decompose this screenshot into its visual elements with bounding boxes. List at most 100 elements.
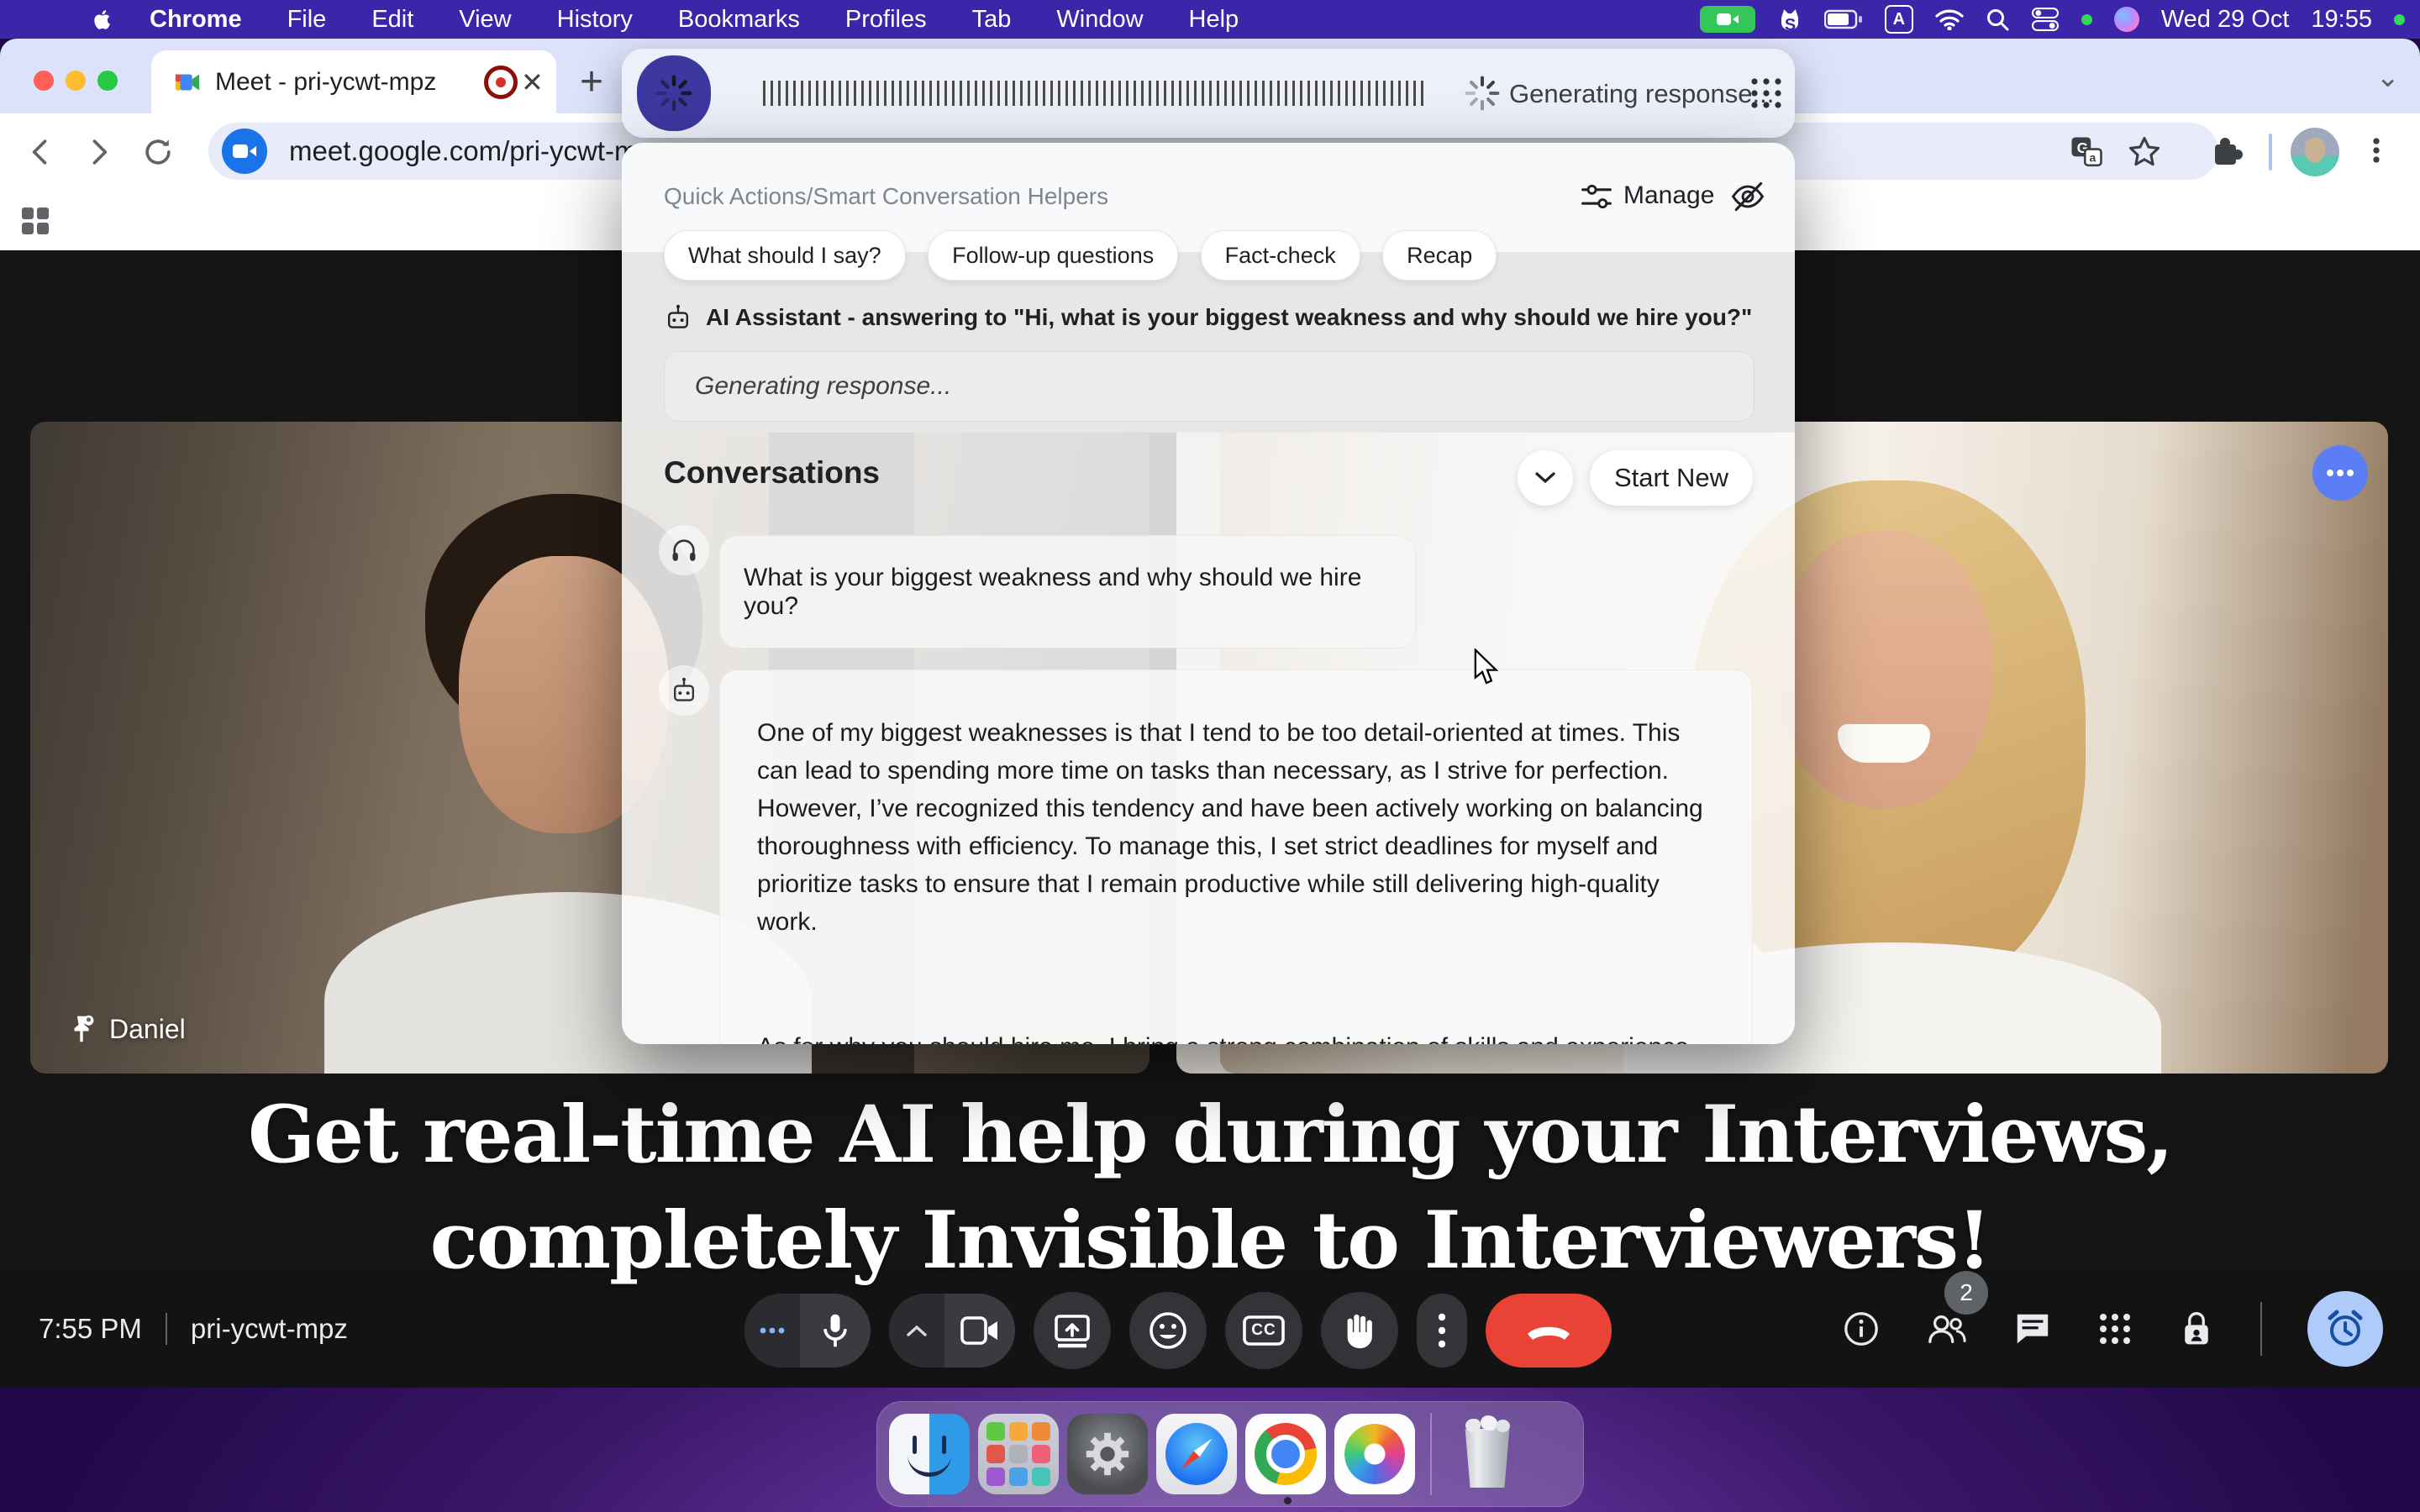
window-zoom-button[interactable] xyxy=(97,71,118,91)
chip-fact-check[interactable]: Fact-check xyxy=(1201,230,1360,281)
profile-avatar[interactable] xyxy=(2291,128,2339,176)
menu-item-profiles[interactable]: Profiles xyxy=(823,6,950,34)
meet-control-bar: 7:55 PM pri-ycwt-mpz xyxy=(0,1270,2420,1388)
person-smile xyxy=(1838,724,1930,763)
robot-icon xyxy=(664,302,692,333)
menu-item-view[interactable]: View xyxy=(436,6,534,34)
forward-button[interactable] xyxy=(81,134,118,171)
headline-line1: Get real-time AI help during your Interv… xyxy=(0,1082,2420,1188)
dock-launchpad-icon[interactable] xyxy=(978,1414,1059,1494)
meet-camera-chip-icon[interactable] xyxy=(222,129,267,174)
manage-button[interactable]: Manage xyxy=(1623,181,1714,210)
participant-name-label: Daniel xyxy=(67,1013,186,1045)
manage-sliders-icon[interactable] xyxy=(1580,180,1613,213)
captions-button[interactable]: CC xyxy=(1225,1292,1302,1369)
question-text: What is your biggest weakness and why sh… xyxy=(744,564,1415,621)
tab-close-icon[interactable]: ✕ xyxy=(521,66,544,98)
raise-hand-button[interactable] xyxy=(1321,1292,1398,1369)
input-source-icon[interactable]: A xyxy=(1885,5,1913,34)
righticons-divider xyxy=(2260,1302,2262,1356)
wifi-icon[interactable] xyxy=(1935,8,1964,30)
menu-item-edit[interactable]: Edit xyxy=(349,6,436,34)
tab-recording-indicator-icon xyxy=(484,66,518,99)
menu-item-window[interactable]: Window xyxy=(1034,6,1165,34)
translate-icon[interactable]: Ga xyxy=(2069,134,2104,170)
conversations-chevron-button[interactable] xyxy=(1518,450,1573,506)
timer-clock-button[interactable] xyxy=(2307,1291,2383,1367)
siri-icon[interactable] xyxy=(2114,7,2139,32)
svg-text:a: a xyxy=(2090,150,2096,164)
host-controls-lock-icon[interactable] xyxy=(2178,1309,2215,1349)
browser-tab[interactable]: Meet - pri-ycwt-mpz ✕ xyxy=(151,50,556,113)
dock-photos-icon[interactable] xyxy=(1334,1414,1415,1494)
mic-button-group[interactable] xyxy=(744,1294,871,1368)
screen-share-green-dot xyxy=(2081,14,2092,25)
dock-divider xyxy=(1430,1413,1432,1495)
window-minimize-button[interactable] xyxy=(66,71,86,91)
tab-groups-grid-icon[interactable] xyxy=(20,206,50,236)
camera-chevron-up-icon[interactable] xyxy=(889,1294,944,1368)
camera-icon[interactable] xyxy=(944,1294,1015,1368)
camera-active-indicator-icon[interactable] xyxy=(1700,6,1755,33)
menu-item-help[interactable]: Help xyxy=(1166,6,1262,34)
spotlight-search-icon[interactable] xyxy=(1986,8,2009,31)
tile-options-button[interactable] xyxy=(2312,445,2368,501)
activities-grid-icon[interactable] xyxy=(2097,1311,2133,1347)
dock-finder-icon[interactable] xyxy=(889,1414,970,1494)
apple-logo-icon[interactable] xyxy=(84,8,118,32)
end-call-button[interactable] xyxy=(1486,1294,1612,1368)
menu-item-tab[interactable]: Tab xyxy=(950,6,1034,34)
macos-menu-bar: Chrome File Edit View History Bookmarks … xyxy=(0,0,2420,39)
menu-bar-date: Wed 29 Oct xyxy=(2161,6,2290,34)
menu-item-chrome[interactable]: Chrome xyxy=(118,6,265,34)
camera-button-group[interactable] xyxy=(889,1294,1015,1368)
person-face xyxy=(1775,531,1993,808)
meet-favicon xyxy=(173,68,202,97)
url-text[interactable]: meet.google.com/pri-ycwt-mpz xyxy=(289,135,666,167)
status-spinner-icon xyxy=(1464,75,1501,112)
back-button[interactable] xyxy=(22,134,59,171)
present-screen-button[interactable] xyxy=(1034,1292,1111,1369)
mic-icon[interactable] xyxy=(800,1294,871,1368)
assistant-panel: Quick Actions/Smart Conversation Helpers… xyxy=(622,143,1795,1044)
dock-trash-icon[interactable] xyxy=(1447,1414,1528,1494)
assistant-robot-icon xyxy=(659,665,709,716)
menu-item-bookmarks[interactable]: Bookmarks xyxy=(655,6,823,34)
mouse-cursor xyxy=(1472,648,1501,687)
window-close-button[interactable] xyxy=(34,71,54,91)
generating-response-box: Generating response... xyxy=(664,351,1754,422)
chip-recap[interactable]: Recap xyxy=(1382,230,1497,281)
assistant-logo-spinner[interactable] xyxy=(637,55,711,131)
dock-safari-icon[interactable] xyxy=(1156,1414,1237,1494)
people-icon[interactable]: 2 xyxy=(1926,1310,1968,1348)
dock-chrome-icon[interactable] xyxy=(1245,1414,1326,1494)
chat-icon[interactable] xyxy=(2013,1310,2052,1348)
tabstrip-chevron-down-icon[interactable]: ⌄ xyxy=(2376,60,2401,94)
reload-button[interactable] xyxy=(139,134,176,171)
menu-item-history[interactable]: History xyxy=(534,6,655,34)
reactions-emoji-button[interactable] xyxy=(1129,1292,1207,1369)
meeting-details-info-icon[interactable] xyxy=(1842,1310,1881,1348)
chrome-menu-kebab-icon[interactable] xyxy=(2358,132,2395,169)
assistant-floating-bar[interactable]: Generating response... xyxy=(622,49,1795,138)
people-count-badge: 2 xyxy=(1944,1271,1988,1315)
start-new-button[interactable]: Start New xyxy=(1590,450,1753,506)
eye-off-icon[interactable] xyxy=(1729,178,1766,215)
chip-what-should-i-say[interactable]: What should I say? xyxy=(664,230,906,281)
generating-response-text: Generating response... xyxy=(695,372,951,401)
dock-settings-icon[interactable] xyxy=(1067,1414,1148,1494)
extensions-icon[interactable] xyxy=(2207,132,2247,172)
battery-icon[interactable] xyxy=(1824,9,1863,29)
cat-app-status-icon[interactable]: S xyxy=(1777,6,1802,33)
apps-grid-dots-icon[interactable] xyxy=(1749,76,1783,110)
more-options-button[interactable] xyxy=(1417,1294,1467,1368)
control-center-icon[interactable] xyxy=(2031,7,2060,32)
marketing-headline: Get real-time AI help during your Interv… xyxy=(0,1082,2420,1294)
new-tab-button[interactable]: + xyxy=(580,59,603,105)
bookmark-star-icon[interactable] xyxy=(2126,134,2163,171)
chip-follow-up-questions[interactable]: Follow-up questions xyxy=(928,230,1178,281)
listener-headphones-icon xyxy=(659,525,709,575)
menu-item-file[interactable]: File xyxy=(265,6,350,34)
participant-name-text: Daniel xyxy=(109,1014,186,1045)
mic-more-dots-icon[interactable] xyxy=(744,1294,800,1368)
